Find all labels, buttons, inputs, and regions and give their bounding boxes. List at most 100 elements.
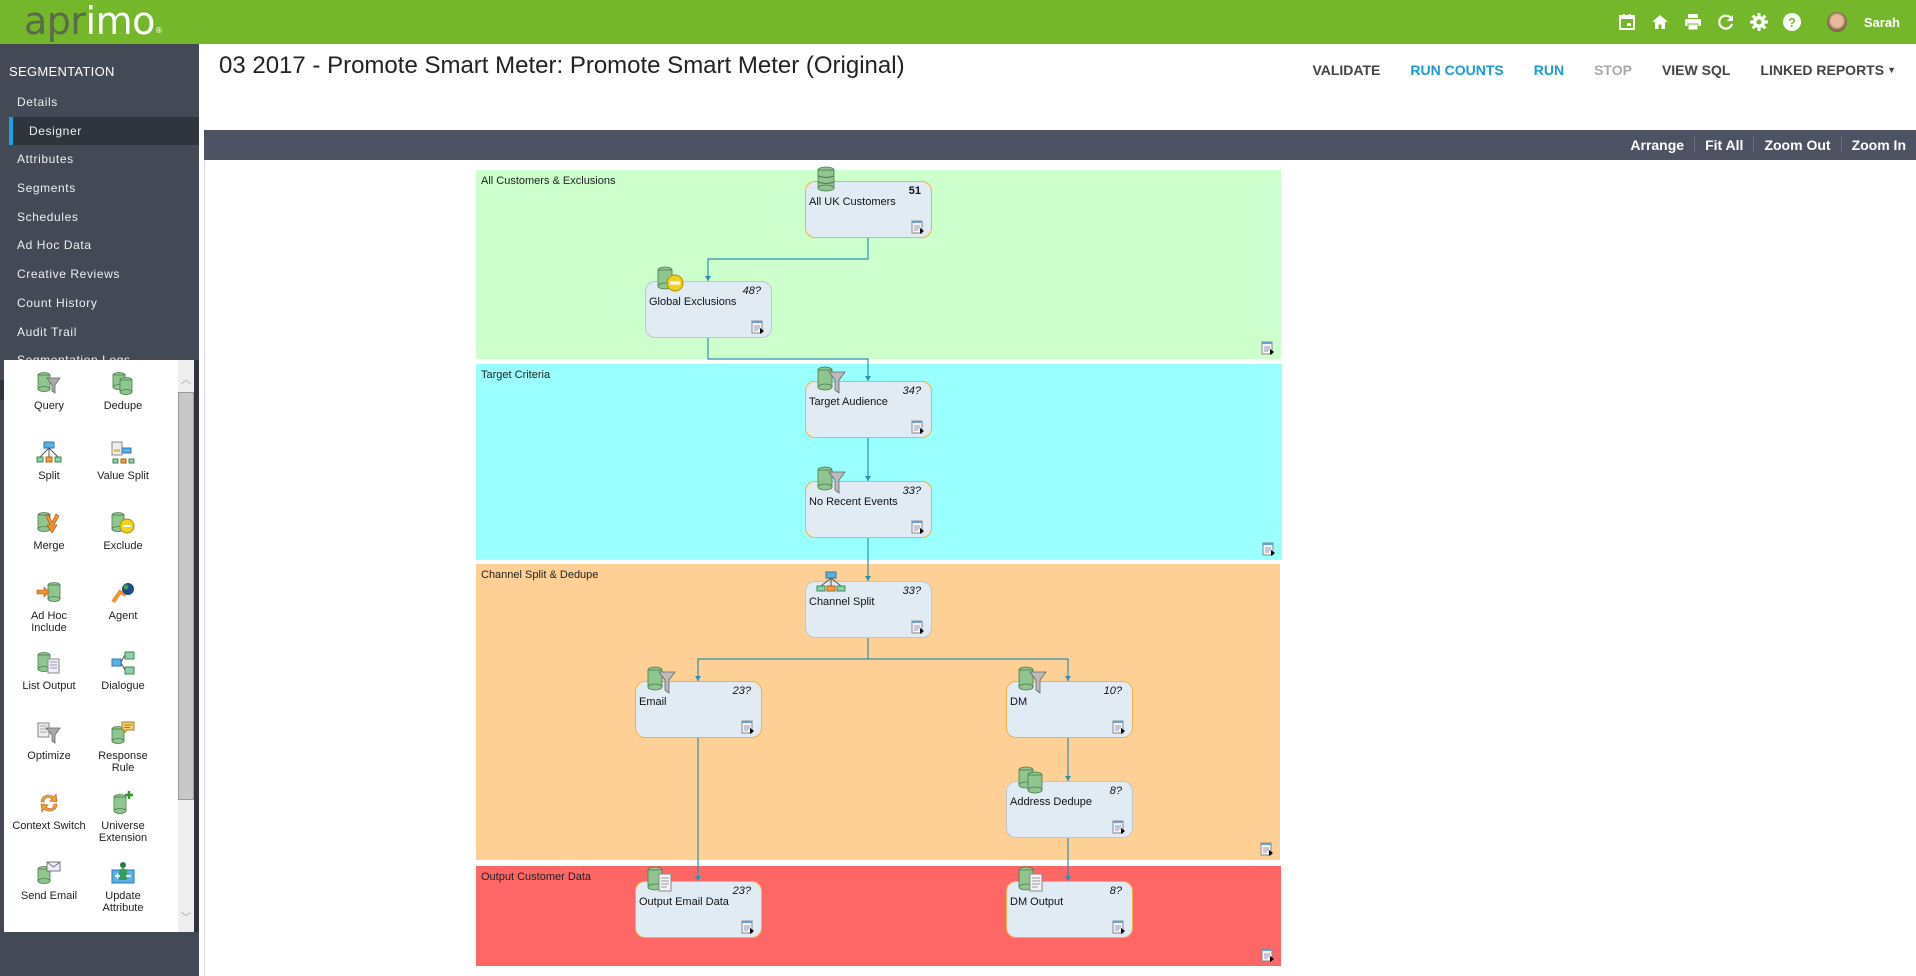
group-label: Output Customer Data [481, 871, 592, 883]
zoom-out-button[interactable]: Zoom Out [1753, 137, 1840, 153]
node-count: 33? [902, 485, 921, 497]
view-sql-button[interactable]: VIEW SQL [1662, 62, 1730, 78]
node-count: 34? [902, 385, 921, 397]
zoom-in-button[interactable]: Zoom In [1840, 137, 1916, 153]
universe-extension-icon [113, 791, 133, 814]
calendar-icon[interactable] [1617, 12, 1637, 32]
scroll-up-icon[interactable]: ︿ [178, 372, 194, 388]
tool-context-switch[interactable]: Context Switch [12, 780, 86, 850]
tool-merge[interactable]: Merge [12, 500, 86, 570]
home-icon[interactable] [1650, 12, 1670, 32]
node-label: Global Exclusions [649, 296, 737, 308]
report-icon[interactable] [911, 620, 925, 634]
tool-universe-extension[interactable]: Universe Extension [86, 780, 160, 850]
merge-icon [37, 512, 60, 534]
user-avatar[interactable] [1826, 12, 1847, 32]
node-channel-split[interactable]: 33? Channel Split [805, 571, 932, 638]
tool-send-email[interactable]: Send Email [12, 850, 86, 920]
node-count: 8? [1109, 885, 1122, 897]
report-icon[interactable] [911, 220, 925, 234]
node-label: Target Audience [809, 396, 888, 408]
tool-ad-hoc-include[interactable]: Ad Hoc Include [12, 570, 86, 640]
tool-dedupe[interactable]: Dedupe [86, 360, 160, 430]
query-icon [647, 666, 676, 694]
scroll-down-icon[interactable]: ﹀ [178, 910, 194, 926]
node-output-email-data[interactable]: 23? Output Email Data [635, 866, 762, 938]
tool-response-rule[interactable]: Response Rule [86, 710, 160, 780]
fit-all-button[interactable]: Fit All [1694, 137, 1753, 153]
report-icon[interactable] [1261, 948, 1275, 962]
report-icon[interactable] [1262, 542, 1276, 556]
group-label: Channel Split & Dedupe [481, 569, 599, 581]
node-address-dedupe[interactable]: 8? Address Dedupe [1006, 766, 1133, 838]
report-icon[interactable] [1112, 920, 1126, 934]
query-icon [817, 366, 846, 394]
tool-value-split[interactable]: Value Split [86, 430, 160, 500]
tool-exclude[interactable]: Exclude [86, 500, 160, 570]
node-label: Output Email Data [639, 896, 729, 908]
sidebar-edge [194, 360, 199, 932]
run-counts-button[interactable]: RUN COUNTS [1410, 62, 1503, 78]
node-no-recent-events[interactable]: 33? No Recent Events [805, 466, 932, 538]
tool-query[interactable]: Query [12, 360, 86, 430]
tool-update-attribute[interactable]: Update Attribute [86, 850, 160, 920]
sidebar-item-creative-reviews[interactable]: Creative Reviews [0, 260, 199, 289]
node-target-audience[interactable]: 34? Target Audience [805, 366, 932, 438]
node-dm[interactable]: 10? DM [1006, 666, 1133, 738]
sidebar-item-details[interactable]: Details [0, 88, 199, 117]
report-icon[interactable] [1112, 720, 1126, 734]
group-output-customer-data[interactable]: Output Customer Data [476, 866, 1281, 966]
node-label: DM [1010, 696, 1028, 708]
sidebar-item-audit-trail[interactable]: Audit Trail [0, 318, 199, 347]
aprimo-logo[interactable]: aprimo® [24, 0, 163, 42]
response-rule-icon [111, 721, 135, 744]
node-label: Address Dedupe [1010, 796, 1092, 808]
report-icon[interactable] [1261, 341, 1275, 355]
user-name[interactable]: Sarah [1864, 15, 1900, 30]
split-icon [36, 441, 62, 463]
tool-list-output[interactable]: List Output [12, 640, 86, 710]
page-title: 03 2017 - Promote Smart Meter: Promote S… [219, 52, 905, 79]
sidebar-item-ad-hoc-data[interactable]: Ad Hoc Data [0, 231, 199, 260]
run-button[interactable]: RUN [1534, 62, 1564, 78]
sidebar-item-segments[interactable]: Segments [0, 174, 199, 203]
sidebar-item-attributes[interactable]: Attributes [0, 145, 199, 174]
caret-down-icon: ▼ [1887, 65, 1896, 75]
node-global-exclusions[interactable]: 48? Global Exclusions [645, 266, 772, 338]
report-icon[interactable] [741, 920, 755, 934]
tool-optimize[interactable]: Optimize [12, 710, 86, 780]
help-icon[interactable]: ? [1782, 12, 1802, 32]
arrange-button[interactable]: Arrange [1620, 137, 1694, 153]
dedupe-icon [112, 372, 133, 395]
sidebar-item-count-history[interactable]: Count History [0, 289, 199, 318]
split-icon [816, 571, 846, 592]
node-email[interactable]: 23? Email [635, 666, 762, 738]
tools-scrollbar-thumb[interactable] [178, 392, 194, 800]
report-icon[interactable] [911, 420, 925, 434]
sidebar-item-schedules[interactable]: Schedules [0, 203, 199, 232]
tools-scrollbar[interactable]: ︿ ﹀ [178, 360, 194, 932]
linked-reports-dropdown[interactable]: LINKED REPORTS ▼ [1760, 62, 1896, 78]
print-icon[interactable] [1683, 12, 1703, 32]
sidebar-item-designer[interactable]: Designer [9, 116, 199, 146]
node-all-uk-customers[interactable]: 51 All UK Customers [805, 166, 932, 238]
node-dm-output[interactable]: 8? DM Output [1006, 866, 1133, 938]
query-icon [817, 466, 846, 494]
tool-agent[interactable]: Agent [86, 570, 160, 640]
report-icon[interactable] [1260, 842, 1274, 856]
refresh-icon[interactable] [1716, 12, 1736, 32]
gear-icon[interactable] [1749, 12, 1769, 32]
validate-button[interactable]: VALIDATE [1312, 62, 1380, 78]
group-label: All Customers & Exclusions [481, 175, 616, 187]
query-icon [1018, 666, 1047, 694]
tool-split[interactable]: Split [12, 430, 86, 500]
tool-dialogue[interactable]: Dialogue [86, 640, 160, 710]
sidebar-nav: Details Designer Attributes Segments Sch… [0, 88, 199, 375]
report-icon[interactable] [911, 520, 925, 534]
node-count: 10? [1103, 685, 1122, 697]
report-icon[interactable] [1112, 820, 1126, 834]
stop-button: STOP [1594, 62, 1632, 78]
list-output-icon [1018, 866, 1043, 892]
report-icon[interactable] [741, 720, 755, 734]
report-icon[interactable] [751, 320, 765, 334]
